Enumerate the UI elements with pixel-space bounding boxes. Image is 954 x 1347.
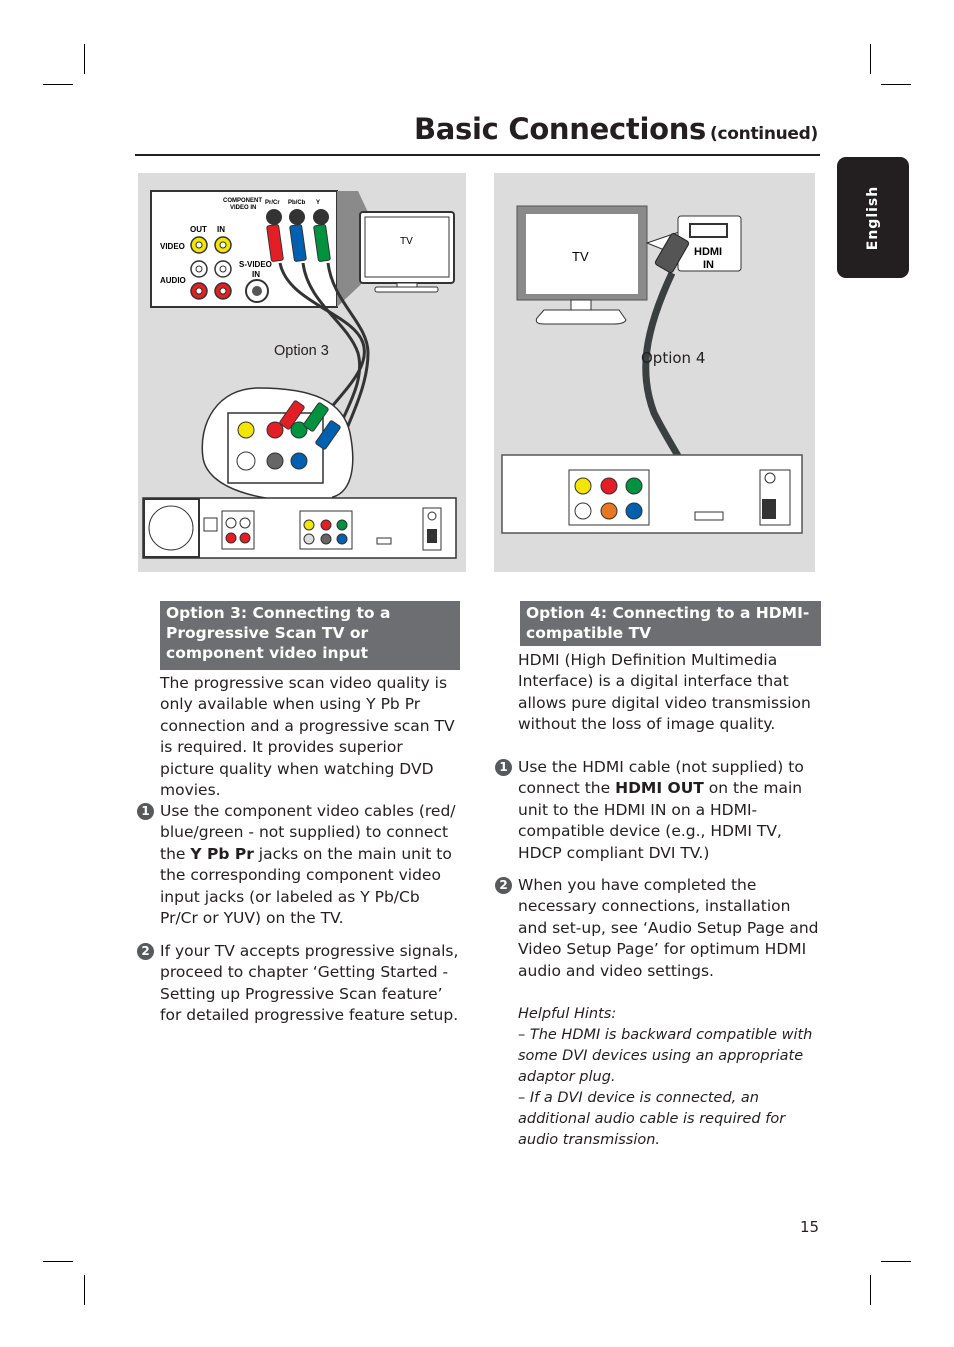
jack-coaxial-zoom: [266, 452, 284, 470]
language-tab-label: English: [865, 185, 881, 250]
label-pr-cr: Pr/Cr: [265, 200, 280, 206]
jack-cvbs: [574, 477, 592, 495]
label-svideo-1: S-VIDEO: [239, 260, 272, 269]
main-unit-rear: [501, 454, 803, 534]
tv-neck: [396, 282, 418, 288]
page-title-suffix: (continued): [710, 124, 818, 144]
jack-pb: [289, 209, 305, 225]
option-4-label: Option 4: [641, 349, 706, 367]
jack-y: [625, 477, 643, 495]
figure-option-4: TV HDMI IN Option 4: [494, 173, 815, 572]
label-component-1: COMPONENT: [223, 198, 262, 204]
crop-mark: [881, 84, 911, 85]
jack-audio-l-in: [214, 260, 232, 278]
hdmi-in-label-2: IN: [703, 259, 714, 271]
hdmi-out-port: [376, 537, 392, 545]
section-heading-option-3: Option 3: Connecting to a Progressive Sc…: [160, 601, 460, 670]
page-title-text: Basic Connections: [413, 112, 707, 146]
step-text-bold: HDMI OUT: [615, 779, 704, 798]
jack-svideo: [574, 502, 592, 520]
figure-option-4-drawing: TV HDMI IN: [501, 205, 803, 534]
jack-audio-r-in: [214, 282, 232, 300]
crop-mark: [881, 1261, 911, 1262]
crop-mark: [84, 44, 85, 74]
option-4-step-2: 2 When you have completed the necessary …: [495, 875, 823, 982]
step-text: If your TV accepts progressive signals, …: [160, 942, 459, 1025]
jack-pr: [266, 209, 282, 225]
jack-pb: [625, 502, 643, 520]
crop-mark: [84, 1275, 85, 1305]
step-number-icon: 2: [137, 943, 154, 960]
tv-label: TV: [400, 236, 413, 247]
step-number-icon: 2: [495, 877, 512, 894]
crop-mark: [43, 1261, 73, 1262]
step-text: When you have completed the necessary co…: [518, 876, 819, 980]
step-number-icon: 1: [137, 803, 154, 820]
figure-option-3-drawing: COMPONENT VIDEO IN Pr/Cr Pb/Cb Y OUT IN …: [142, 190, 457, 559]
label-audio: AUDIO: [160, 276, 186, 285]
hint-item: – The HDMI is backward compatible with s…: [518, 1027, 813, 1085]
jack-svideo-zoom: [236, 451, 256, 471]
fan-icon: [148, 505, 194, 551]
tv-stand: [535, 309, 627, 325]
step-text-bold: Y Pb Pr: [190, 844, 254, 863]
audio-in-panel: [221, 510, 255, 550]
title-rule: [135, 154, 820, 156]
jack-coaxial: [600, 502, 618, 520]
jack-y: [313, 209, 329, 225]
jack-pr: [600, 477, 618, 495]
hint-item: – If a DVI device is connected, an addit…: [518, 1090, 786, 1148]
page-title: Basic Connections (continued): [414, 112, 818, 146]
jack-video-out: [190, 236, 208, 254]
figure-option-3: COMPONENT VIDEO IN Pr/Cr Pb/Cb Y OUT IN …: [138, 173, 466, 572]
jack-pb-zoom: [290, 452, 308, 470]
label-video: VIDEO: [160, 242, 185, 251]
label-pb-cb: Pb/Cb: [288, 200, 306, 206]
option-3-intro: The progressive scan video quality is on…: [160, 674, 455, 800]
tv-stand: [374, 286, 439, 293]
jack-audio-r-out: [190, 282, 208, 300]
page-number: 15: [800, 1218, 820, 1236]
option-3-step-1: 1 Use the component video cables (red/ b…: [137, 801, 462, 929]
option-3-step-2: 2 If your TV accepts progressive signals…: [137, 941, 460, 1027]
tv-neck: [570, 299, 592, 311]
label-y: Y: [316, 200, 320, 206]
option-4-step-1: 1 Use the HDMI cable (not supplied) to c…: [495, 757, 823, 864]
helpful-hints: Helpful Hints: – The HDMI is backward co…: [518, 1004, 823, 1151]
label-component-2: VIDEO IN: [230, 205, 256, 211]
option-4-intro: HDMI (High Definition Multimedia Interfa…: [518, 651, 811, 734]
hdmi-in-label-1: HDMI: [694, 246, 722, 258]
crop-mark: [870, 1275, 871, 1305]
tv-label: TV: [572, 249, 589, 264]
crop-mark: [870, 44, 871, 74]
step-number-icon: 1: [495, 759, 512, 776]
language-tab: English: [837, 157, 909, 278]
hdmi-port-icon: [689, 223, 728, 238]
dock-port: [203, 517, 218, 532]
label-out: OUT: [190, 225, 207, 234]
crop-mark: [43, 84, 73, 85]
option-3-label: Option 3: [274, 343, 329, 359]
section-heading-option-4: Option 4: Connecting to a HDMI-compatibl…: [520, 601, 821, 646]
jack-audio-l-out: [190, 260, 208, 278]
hdmi-cable: [642, 271, 690, 474]
hdmi-out-port: [694, 511, 724, 521]
hints-title: Helpful Hints:: [518, 1006, 617, 1022]
label-svideo-2: IN: [252, 270, 260, 279]
jack-video-in: [214, 236, 232, 254]
label-in: IN: [217, 225, 225, 234]
tv-screen: [364, 216, 450, 278]
jack-cvbs: [237, 421, 255, 439]
jack-svideo-in: [245, 279, 269, 303]
